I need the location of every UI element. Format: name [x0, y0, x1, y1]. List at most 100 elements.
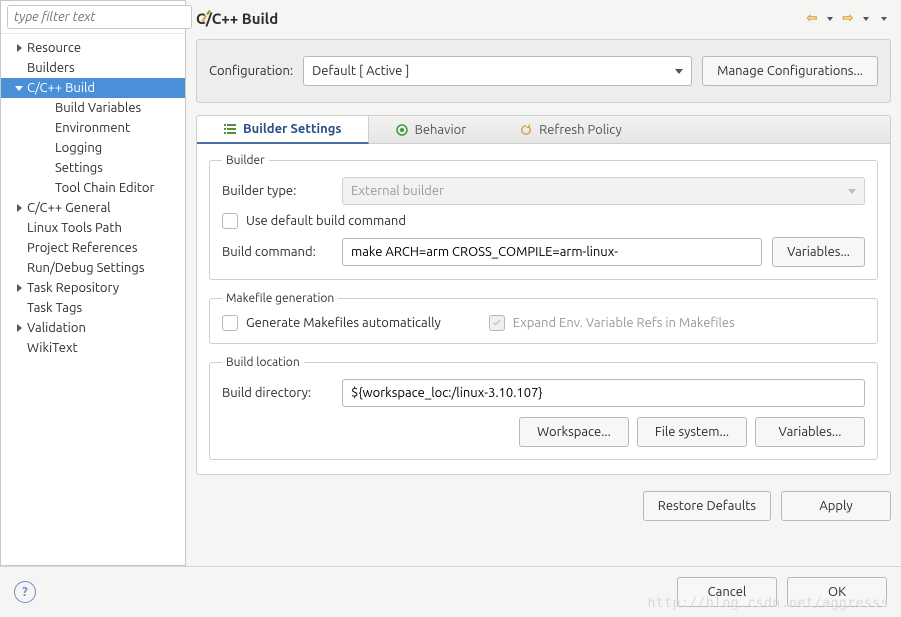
target-icon: [395, 123, 409, 137]
sidebar-item-label: Project References: [27, 241, 137, 255]
builder-group: Builder Builder type: External builder U…: [209, 154, 878, 280]
sidebar-item-run-debug-settings[interactable]: Run/Debug Settings: [1, 258, 185, 278]
buildloc-legend: Build location: [222, 356, 304, 369]
main-panel: C/C++ Build ⇦ ⇨ Configuration: Default […: [186, 0, 901, 566]
list-icon: [223, 122, 237, 136]
twisty-down-icon: [15, 84, 23, 92]
twisty-spacer: [15, 64, 23, 72]
builder-legend: Builder: [222, 154, 269, 167]
tab-builder-settings[interactable]: Builder Settings: [197, 116, 369, 144]
sidebar-item-environment[interactable]: Environment: [1, 118, 185, 138]
twisty-spacer: [15, 224, 23, 232]
sidebar-item-label: Builders: [27, 61, 75, 75]
sidebar-item-logging[interactable]: Logging: [1, 138, 185, 158]
twisty-spacer: [43, 144, 51, 152]
sidebar-item-label: WikiText: [27, 341, 78, 355]
builder-type-label: Builder type:: [222, 184, 332, 198]
twisty-spacer: [15, 344, 23, 352]
sidebar-item-label: Linux Tools Path: [27, 221, 122, 235]
use-default-build-checkbox[interactable]: [222, 213, 238, 229]
sidebar-item-label: Tool Chain Editor: [55, 181, 154, 195]
twisty-spacer: [43, 164, 51, 172]
build-directory-input[interactable]: [342, 379, 865, 407]
refresh-icon: [519, 123, 533, 137]
sidebar-item-label: Validation: [27, 321, 86, 335]
sidebar-item-label: Environment: [55, 121, 130, 135]
twisty-spacer: [43, 104, 51, 112]
sidebar-item-label: Build Variables: [55, 101, 141, 115]
sidebar-item-label: C/C++ Build: [27, 81, 95, 95]
expand-env-label: Expand Env. Variable Refs in Makefiles: [513, 316, 735, 330]
twisty-spacer: [15, 244, 23, 252]
build-command-variables-button[interactable]: Variables...: [772, 237, 865, 267]
tab-label: Refresh Policy: [539, 123, 622, 137]
sidebar-item-label: Settings: [55, 161, 103, 175]
view-menu-icon[interactable]: [877, 12, 891, 26]
configuration-select[interactable]: Default [ Active ]: [303, 56, 692, 86]
twisty-spacer: [43, 124, 51, 132]
sidebar-item-label: Run/Debug Settings: [27, 261, 144, 275]
apply-button[interactable]: Apply: [781, 491, 891, 521]
sidebar-item-task-tags[interactable]: Task Tags: [1, 298, 185, 318]
sidebar-item-label: Task Tags: [27, 301, 82, 315]
tab-label: Behavior: [415, 123, 467, 137]
build-directory-label: Build directory:: [222, 386, 332, 400]
nav-history-icons: ⇦ ⇨: [805, 12, 891, 26]
restore-defaults-button[interactable]: Restore Defaults: [643, 491, 771, 521]
help-icon[interactable]: ?: [14, 581, 36, 603]
cancel-button[interactable]: Cancel: [677, 577, 777, 607]
tab-label: Builder Settings: [243, 122, 342, 136]
manage-configurations-button[interactable]: Manage Configurations...: [702, 56, 878, 86]
nav-tree: Resource Builders C/C++ Build Build Variabl…: [1, 34, 185, 565]
makefile-generation-group: Makefile generation Generate Makefiles a…: [209, 292, 878, 344]
sidebar-item-builders[interactable]: Builders: [1, 58, 185, 78]
sidebar-item-project-references[interactable]: Project References: [1, 238, 185, 258]
sidebar-item-task-repository[interactable]: Task Repository: [1, 278, 185, 298]
twisty-spacer: [15, 264, 23, 272]
workspace-button[interactable]: Workspace...: [519, 417, 629, 447]
configuration-value: Default [ Active ]: [312, 64, 409, 78]
file-system-button[interactable]: File system...: [637, 417, 747, 447]
tab-behavior[interactable]: Behavior: [369, 116, 494, 143]
sidebar-item-linux-tools-path[interactable]: Linux Tools Path: [1, 218, 185, 238]
location-variables-button[interactable]: Variables...: [755, 417, 865, 447]
twisty-right-icon: [15, 204, 23, 212]
use-default-build-label: Use default build command: [246, 214, 406, 228]
tabs-container: Builder Settings Behavior Refresh Policy: [196, 115, 891, 475]
twisty-spacer: [15, 304, 23, 312]
sidebar-item-c-c-general[interactable]: C/C++ General: [1, 198, 185, 218]
forward-icon[interactable]: ⇨: [841, 12, 855, 26]
generate-makefiles-checkbox[interactable]: [222, 315, 238, 331]
sidebar-item-wikitext[interactable]: WikiText: [1, 338, 185, 358]
sidebar-item-build-variables[interactable]: Build Variables: [1, 98, 185, 118]
build-command-input[interactable]: [342, 238, 762, 266]
configuration-bar: Configuration: Default [ Active ] Manage…: [196, 39, 891, 103]
chevron-down-icon: [675, 69, 683, 74]
builder-type-value: External builder: [351, 184, 444, 198]
sidebar-item-c-c-build[interactable]: C/C++ Build: [1, 78, 185, 98]
makegen-legend: Makefile generation: [222, 292, 338, 305]
ok-button[interactable]: OK: [787, 577, 887, 607]
sidebar-item-validation[interactable]: Validation: [1, 318, 185, 338]
sidebar-item-resource[interactable]: Resource: [1, 38, 185, 58]
twisty-right-icon: [15, 324, 23, 332]
dialog-button-bar: ? Cancel OK: [0, 566, 901, 617]
filter-row: [1, 1, 185, 34]
expand-env-checkbox: [489, 315, 505, 331]
filter-input[interactable]: [7, 5, 192, 29]
tab-body: Builder Builder type: External builder U…: [197, 144, 890, 474]
forward-menu-icon[interactable]: [859, 12, 873, 26]
twisty-spacer: [43, 184, 51, 192]
sidebar-item-label: Task Repository: [27, 281, 119, 295]
configuration-label: Configuration:: [209, 64, 293, 78]
build-command-label: Build command:: [222, 245, 332, 259]
back-icon[interactable]: ⇦: [805, 12, 819, 26]
twisty-right-icon: [15, 44, 23, 52]
back-menu-icon[interactable]: [823, 12, 837, 26]
tab-refresh-policy[interactable]: Refresh Policy: [493, 116, 649, 143]
sidebar-item-settings[interactable]: Settings: [1, 158, 185, 178]
generate-makefiles-label: Generate Makefiles automatically: [246, 316, 441, 330]
sidebar-item-label: C/C++ General: [27, 201, 111, 215]
sidebar-item-tool-chain-editor[interactable]: Tool Chain Editor: [1, 178, 185, 198]
sidebar-item-label: Resource: [27, 41, 81, 55]
